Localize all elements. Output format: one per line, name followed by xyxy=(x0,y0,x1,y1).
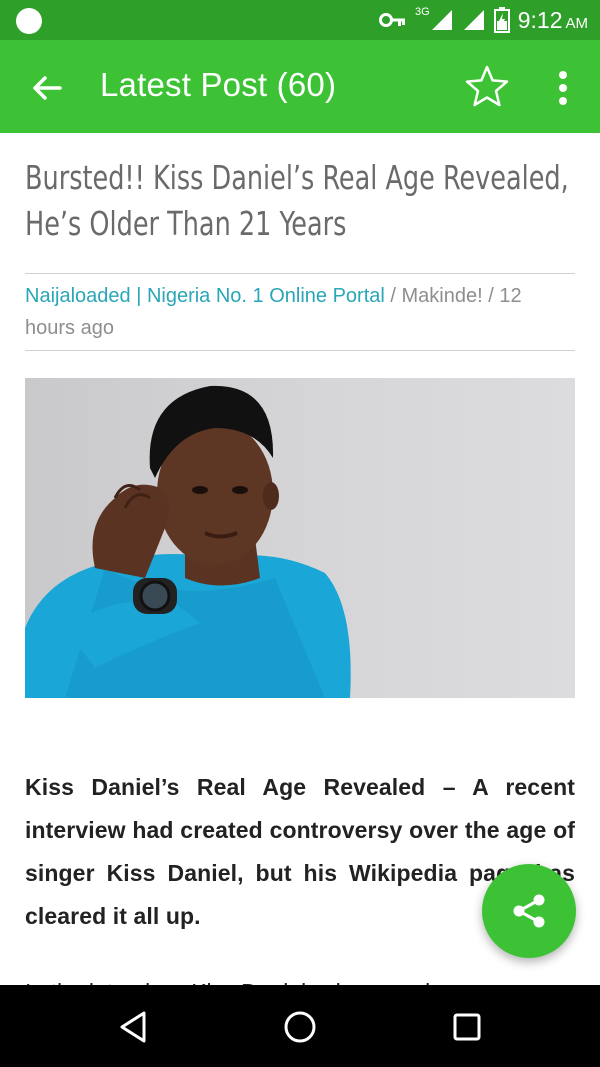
notification-dot-icon xyxy=(16,8,42,34)
source-link[interactable]: Naijaloaded | Nigeria No. 1 Online Porta… xyxy=(25,285,385,307)
meta-separator: / xyxy=(384,285,402,307)
signal-icon xyxy=(431,10,452,30)
status-bar: 3G 9:12 AM xyxy=(0,0,600,40)
home-circle-icon[interactable] xyxy=(280,1007,320,1047)
post-title: Bursted!! Kiss Daniel’s Real Age Reveale… xyxy=(25,158,569,243)
back-triangle-icon[interactable] xyxy=(114,1007,154,1047)
battery-charging-icon xyxy=(493,7,510,33)
app-bar: Latest Post (60) xyxy=(0,40,600,133)
meta-separator: / xyxy=(482,285,500,307)
network-type-label: 3G xyxy=(415,6,430,18)
arrow-back-icon[interactable] xyxy=(26,68,66,108)
system-nav-bar xyxy=(0,985,600,1067)
article-content[interactable]: Bursted!! Kiss Daniel’s Real Age Reveale… xyxy=(0,133,600,985)
share-button[interactable] xyxy=(482,864,576,958)
post-author: Makinde! xyxy=(401,285,483,307)
recents-square-icon[interactable] xyxy=(447,1007,487,1047)
clock-time: 9:12 xyxy=(517,6,563,33)
page-title: Latest Post (60) xyxy=(100,66,337,103)
post-meta: Naijaloaded | Nigeria No. 1 Online Porta… xyxy=(25,280,575,344)
status-indicators: 3G 9:12 AM xyxy=(379,0,588,40)
article-hero-image xyxy=(25,378,575,698)
clock-ampm: AM xyxy=(565,14,589,32)
share-icon xyxy=(513,894,545,928)
vpn-key-icon xyxy=(379,13,406,27)
star-outline-icon[interactable] xyxy=(464,64,510,110)
article-body-paragraph: In the interview, Kiss Daniel, whose rea… xyxy=(25,971,575,985)
signal-icon xyxy=(463,10,484,30)
more-vert-icon[interactable] xyxy=(548,68,578,108)
divider xyxy=(25,273,575,274)
status-clock: 9:12 AM xyxy=(518,7,588,34)
portrait-photo xyxy=(25,385,351,698)
divider xyxy=(25,350,575,351)
